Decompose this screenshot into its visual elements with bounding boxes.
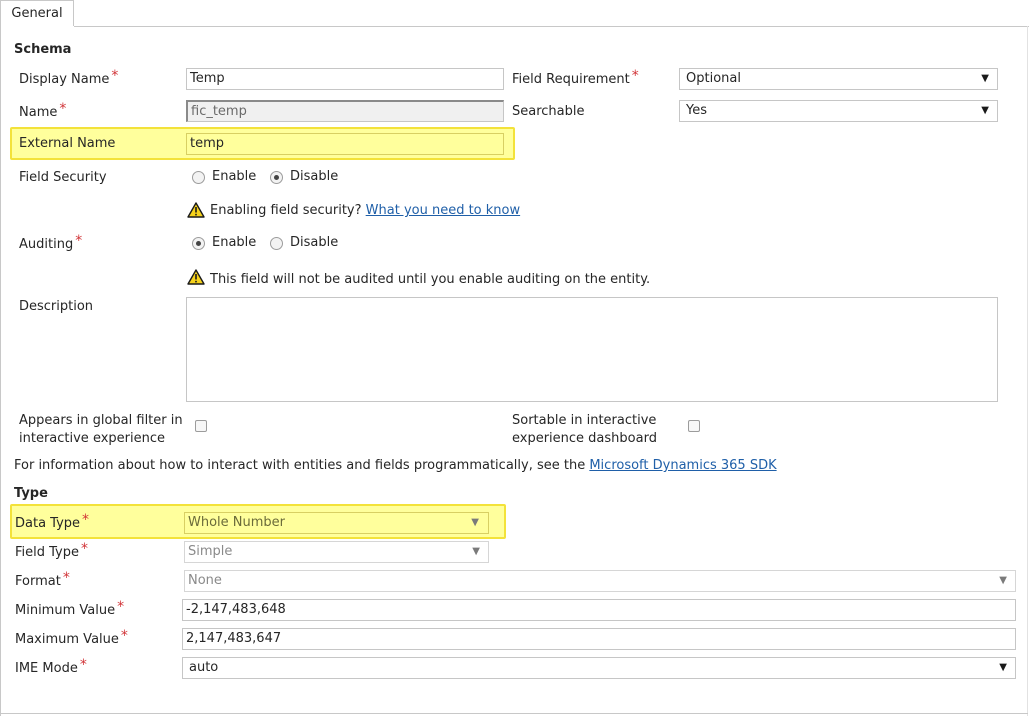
field-requirement-value: Optional xyxy=(686,71,741,86)
chevron-down-icon: ▼ xyxy=(999,662,1007,673)
auditing-enable-label[interactable]: Enable xyxy=(212,234,256,252)
sortable-checkbox[interactable] xyxy=(688,420,700,432)
chevron-down-icon: ▼ xyxy=(981,105,989,116)
required-icon: * xyxy=(117,599,125,615)
field-type-value: Simple xyxy=(188,544,233,559)
field-requirement-label: Field Requirement * xyxy=(512,68,639,87)
panel-border-right xyxy=(1027,26,1028,716)
field-security-warning-text: Enabling field security? xyxy=(210,203,362,218)
field-security-enable-label[interactable]: Enable xyxy=(212,168,256,186)
field-type-select[interactable]: Simple ▼ xyxy=(184,541,489,563)
format-select[interactable]: None ▼ xyxy=(184,570,1016,592)
description-textarea[interactable] xyxy=(186,297,998,402)
description-label: Description xyxy=(19,299,94,314)
data-type-select[interactable]: Whole Number ▼ xyxy=(184,512,489,534)
schema-heading: Schema xyxy=(14,42,72,57)
field-security-enable-radio[interactable] xyxy=(192,171,205,184)
name-input: fic_temp xyxy=(186,100,504,122)
ime-mode-value: auto xyxy=(189,660,219,675)
auditing-warning-text: This field will not be audited until you… xyxy=(210,272,651,287)
minimum-value-input[interactable]: -2,147,483,648 xyxy=(182,599,1016,621)
chevron-down-icon: ▼ xyxy=(471,517,479,528)
warning-icon xyxy=(187,202,205,218)
ime-mode-label: IME Mode * xyxy=(15,657,87,676)
required-icon: * xyxy=(75,233,83,249)
display-name-input[interactable]: Temp xyxy=(186,68,504,90)
required-icon: * xyxy=(120,628,128,644)
field-security-disable-label[interactable]: Disable xyxy=(290,168,338,186)
ime-mode-select[interactable]: auto ▼ xyxy=(182,657,1016,679)
warning-icon xyxy=(187,269,205,285)
field-type-label: Field Type * xyxy=(15,541,88,560)
field-requirement-select[interactable]: Optional ▼ xyxy=(679,68,998,90)
required-icon: * xyxy=(59,101,67,117)
type-heading: Type xyxy=(14,486,48,501)
global-filter-label: Appears in global filter in interactive … xyxy=(19,413,183,446)
required-icon: * xyxy=(79,657,87,673)
format-value: None xyxy=(188,573,222,588)
searchable-label: Searchable xyxy=(512,104,585,119)
sdk-info-text: For information about how to interact wi… xyxy=(14,458,590,473)
external-name-label: External Name xyxy=(19,136,116,151)
auditing-label: Auditing * xyxy=(19,233,83,252)
tab-underline xyxy=(74,26,1029,27)
what-you-need-to-know-link[interactable]: What you need to know xyxy=(366,203,520,218)
display-name-label: Display Name * xyxy=(19,68,119,87)
searchable-select[interactable]: Yes ▼ xyxy=(679,100,998,122)
field-security-label: Field Security xyxy=(19,170,107,185)
required-icon: * xyxy=(81,541,88,557)
minimum-value-label: Minimum Value * xyxy=(15,599,125,618)
external-name-input[interactable]: temp xyxy=(186,133,504,155)
required-icon: * xyxy=(62,570,70,586)
maximum-value-input[interactable]: 2,147,483,647 xyxy=(182,628,1016,650)
sdk-link[interactable]: Microsoft Dynamics 365 SDK xyxy=(589,458,776,473)
global-filter-checkbox[interactable] xyxy=(195,420,207,432)
required-icon: * xyxy=(631,68,639,84)
data-type-value: Whole Number xyxy=(188,515,286,530)
auditing-disable-radio[interactable] xyxy=(270,237,283,250)
maximum-value-label: Maximum Value * xyxy=(15,628,128,647)
required-icon: * xyxy=(82,512,90,528)
tab-general[interactable]: General xyxy=(0,0,74,26)
format-label: Format * xyxy=(15,570,70,589)
field-security-disable-radio[interactable] xyxy=(270,171,283,184)
panel-border-left xyxy=(0,26,1,716)
chevron-down-icon: ▼ xyxy=(999,575,1007,586)
auditing-enable-radio[interactable] xyxy=(192,237,205,250)
panel-border-bottom xyxy=(0,713,1028,714)
auditing-disable-label[interactable]: Disable xyxy=(290,234,338,252)
searchable-value: Yes xyxy=(686,103,707,118)
chevron-down-icon: ▼ xyxy=(472,546,480,557)
chevron-down-icon: ▼ xyxy=(981,73,989,84)
sortable-label: Sortable in interactive experience dashb… xyxy=(512,413,657,446)
required-icon: * xyxy=(111,68,119,84)
sdk-info: For information about how to interact wi… xyxy=(14,457,777,475)
name-label: Name * xyxy=(19,101,67,120)
data-type-label: Data Type * xyxy=(15,512,90,531)
field-security-warning: Enabling field security? What you need t… xyxy=(210,202,520,220)
